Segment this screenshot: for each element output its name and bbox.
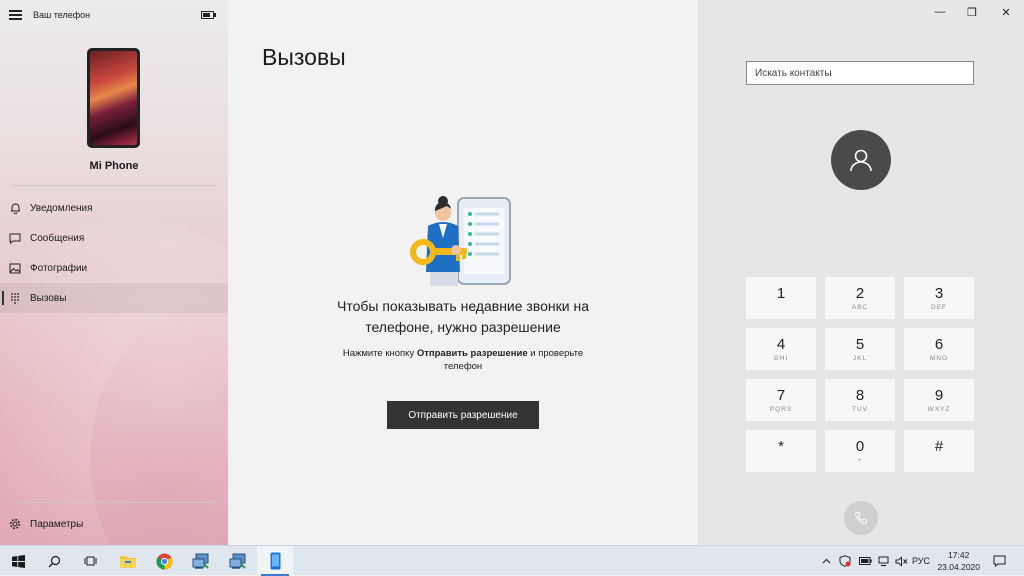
permission-headline: Чтобы показывать недавние звонки на теле… — [336, 298, 589, 335]
nav-item-label: Вызовы — [30, 292, 67, 304]
dial-key-digit: 8 — [855, 387, 865, 404]
dial-key-letters: GHI — [773, 355, 789, 362]
dial-key-digit: 0 — [855, 438, 865, 455]
main-panel: Вызовы Чтобы показывать недавние звонки … — [228, 0, 698, 545]
dial-key-digit: # — [934, 438, 944, 455]
nav-item-photos[interactable]: Фотографии — [0, 253, 228, 283]
dial-key-hash[interactable]: # — [904, 430, 974, 472]
hamburger-menu-icon[interactable] — [9, 9, 25, 21]
start-button[interactable] — [0, 546, 36, 576]
close-button[interactable]: ✕ — [990, 0, 1022, 24]
device-name: Mi Phone — [89, 160, 139, 172]
settings-button[interactable]: Параметры — [0, 510, 228, 538]
message-icon — [9, 232, 21, 244]
battery-icon — [201, 11, 216, 19]
dial-key-letters: TUV — [852, 406, 868, 413]
task-view-icon — [84, 556, 96, 566]
taskbar-app-network-2[interactable] — [220, 546, 256, 576]
dial-key-6[interactable]: 6 MNO — [904, 328, 974, 370]
dial-key-digit: 5 — [855, 336, 865, 353]
divider — [12, 185, 216, 186]
dial-key-letters: + — [857, 457, 863, 464]
taskbar-app-your-phone[interactable] — [257, 546, 293, 576]
clock[interactable]: 17:42 23.04.2020 — [937, 549, 980, 573]
network-computer-icon — [192, 553, 209, 569]
nav-item-label: Фотографии — [30, 262, 88, 274]
volume-muted-icon[interactable] — [892, 546, 910, 576]
nav-item-label: Уведомления — [30, 202, 93, 214]
bell-icon — [9, 202, 21, 214]
clock-time: 17:42 — [948, 550, 970, 560]
dial-key-digit: 2 — [855, 285, 865, 302]
page-title: Вызовы — [262, 44, 346, 70]
dial-key-digit: 4 — [776, 336, 786, 353]
windows-logo-icon — [11, 554, 25, 568]
dial-key-8[interactable]: 8 TUV — [825, 379, 895, 421]
dial-key-letters: WXYZ — [927, 406, 951, 413]
action-center-icon[interactable] — [988, 546, 1010, 576]
search-contacts-input[interactable] — [746, 61, 974, 85]
nav-item-label: Сообщения — [30, 232, 85, 244]
dial-key-letters: MNO — [929, 355, 949, 362]
dial-key-star[interactable]: * — [746, 430, 816, 472]
dial-key-letters: PQRS — [769, 406, 793, 413]
app-title: Ваш телефон — [33, 10, 91, 20]
search-icon — [48, 555, 60, 567]
search-button[interactable] — [36, 546, 72, 576]
dial-key-4[interactable]: 4 GHI — [746, 328, 816, 370]
gear-icon — [9, 518, 21, 530]
dial-key-3[interactable]: 3 DEF — [904, 277, 974, 319]
phone-image[interactable] — [87, 48, 140, 148]
contact-avatar-icon — [831, 130, 891, 190]
dial-key-5[interactable]: 5 JKL — [825, 328, 895, 370]
sidebar: Ваш телефон Mi Phone Уведомления Сообщен… — [0, 0, 228, 545]
nav-item-calls[interactable]: Вызовы — [0, 283, 228, 313]
dialer-panel: — ❐ ✕ 1 2 ABC 3 DEF 4 GHI 5 JKL 6 MNO 7 PQRS 8 TUV 9 WXY… — [698, 0, 1024, 545]
dial-key-1[interactable]: 1 — [746, 277, 816, 319]
language-indicator[interactable]: РУС — [910, 546, 932, 576]
dial-key-2[interactable]: 2 ABC — [825, 277, 895, 319]
your-phone-app-icon — [270, 552, 280, 570]
nav-item-notifications[interactable]: Уведомления — [0, 193, 228, 223]
permission-instructions: Нажмите кнопку Отправить разрешение и пр… — [342, 348, 584, 372]
dial-key-digit: 6 — [934, 336, 944, 353]
call-button[interactable] — [844, 501, 878, 535]
dial-key-digit: 9 — [934, 387, 944, 404]
dial-key-0[interactable]: 0 + — [825, 430, 895, 472]
maximize-button[interactable]: ❐ — [956, 0, 988, 24]
divider — [12, 502, 216, 503]
photo-icon — [9, 262, 21, 274]
taskbar-app-chrome[interactable] — [146, 546, 182, 576]
chrome-icon — [156, 553, 172, 569]
clock-date: 23.04.2020 — [937, 562, 980, 572]
dialpad-icon — [9, 292, 21, 304]
taskbar-app-network-1[interactable] — [183, 546, 219, 576]
dial-key-digit: 7 — [776, 387, 786, 404]
send-permission-button[interactable]: Отправить разрешение — [387, 401, 539, 429]
dial-key-digit: * — [778, 438, 784, 455]
battery-tray-icon[interactable] — [856, 546, 874, 576]
security-shield-icon[interactable] — [836, 546, 854, 576]
task-view-button[interactable] — [72, 546, 108, 576]
network-tray-icon[interactable] — [874, 546, 892, 576]
dial-key-letters: JKL — [852, 355, 868, 362]
settings-label: Параметры — [30, 518, 84, 530]
network-computer-icon — [229, 553, 246, 569]
dial-key-letters: ABC — [851, 304, 869, 311]
nav-list: Уведомления Сообщения Фотографии Вызовы — [0, 193, 228, 313]
dial-key-digit: 1 — [776, 285, 786, 302]
taskbar: РУС 17:42 23.04.2020 — [0, 545, 1024, 576]
taskbar-app-explorer[interactable] — [110, 546, 146, 576]
dial-key-digit: 3 — [934, 285, 944, 302]
tray-overflow-chevron-icon[interactable] — [818, 546, 834, 576]
folder-icon — [120, 555, 136, 568]
dial-key-9[interactable]: 9 WXYZ — [904, 379, 974, 421]
minimize-button[interactable]: — — [924, 0, 956, 24]
app-titlebar: Ваш телефон — [0, 0, 228, 30]
dial-key-7[interactable]: 7 PQRS — [746, 379, 816, 421]
nav-item-messages[interactable]: Сообщения — [0, 223, 228, 253]
phone-icon — [854, 511, 868, 525]
dial-key-letters: DEF — [931, 304, 947, 311]
permission-illustration-icon — [410, 196, 511, 286]
